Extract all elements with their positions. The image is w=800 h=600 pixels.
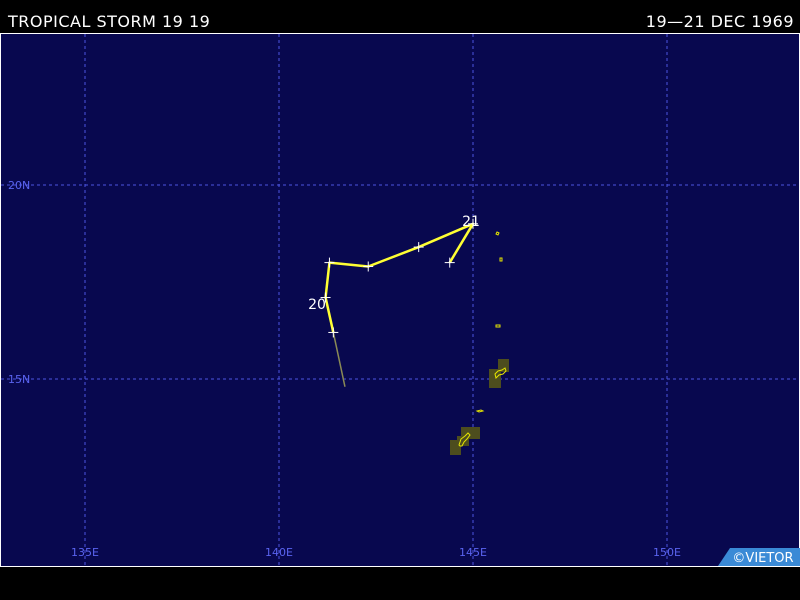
credit-text: ©VIETOR <box>732 551 793 566</box>
day-label: 20 <box>308 297 326 313</box>
island-shading <box>489 369 501 388</box>
longitude-label: 145E <box>459 546 487 559</box>
storm-track-map: 135E 140E 145E 150E 20N 15N 20 21 ©VIETOR <box>0 33 800 567</box>
latitude-label: 15N <box>8 373 30 386</box>
bottom-bar <box>0 567 800 600</box>
ocean-background <box>0 33 800 567</box>
longitude-label: 135E <box>71 546 99 559</box>
day-label: 21 <box>462 214 480 230</box>
credit-badge: ©VIETOR <box>718 548 800 566</box>
latitude-label: 20N <box>8 179 30 192</box>
longitude-label: 150E <box>653 546 681 559</box>
island-shading <box>450 440 461 455</box>
longitude-label: 140E <box>265 546 293 559</box>
